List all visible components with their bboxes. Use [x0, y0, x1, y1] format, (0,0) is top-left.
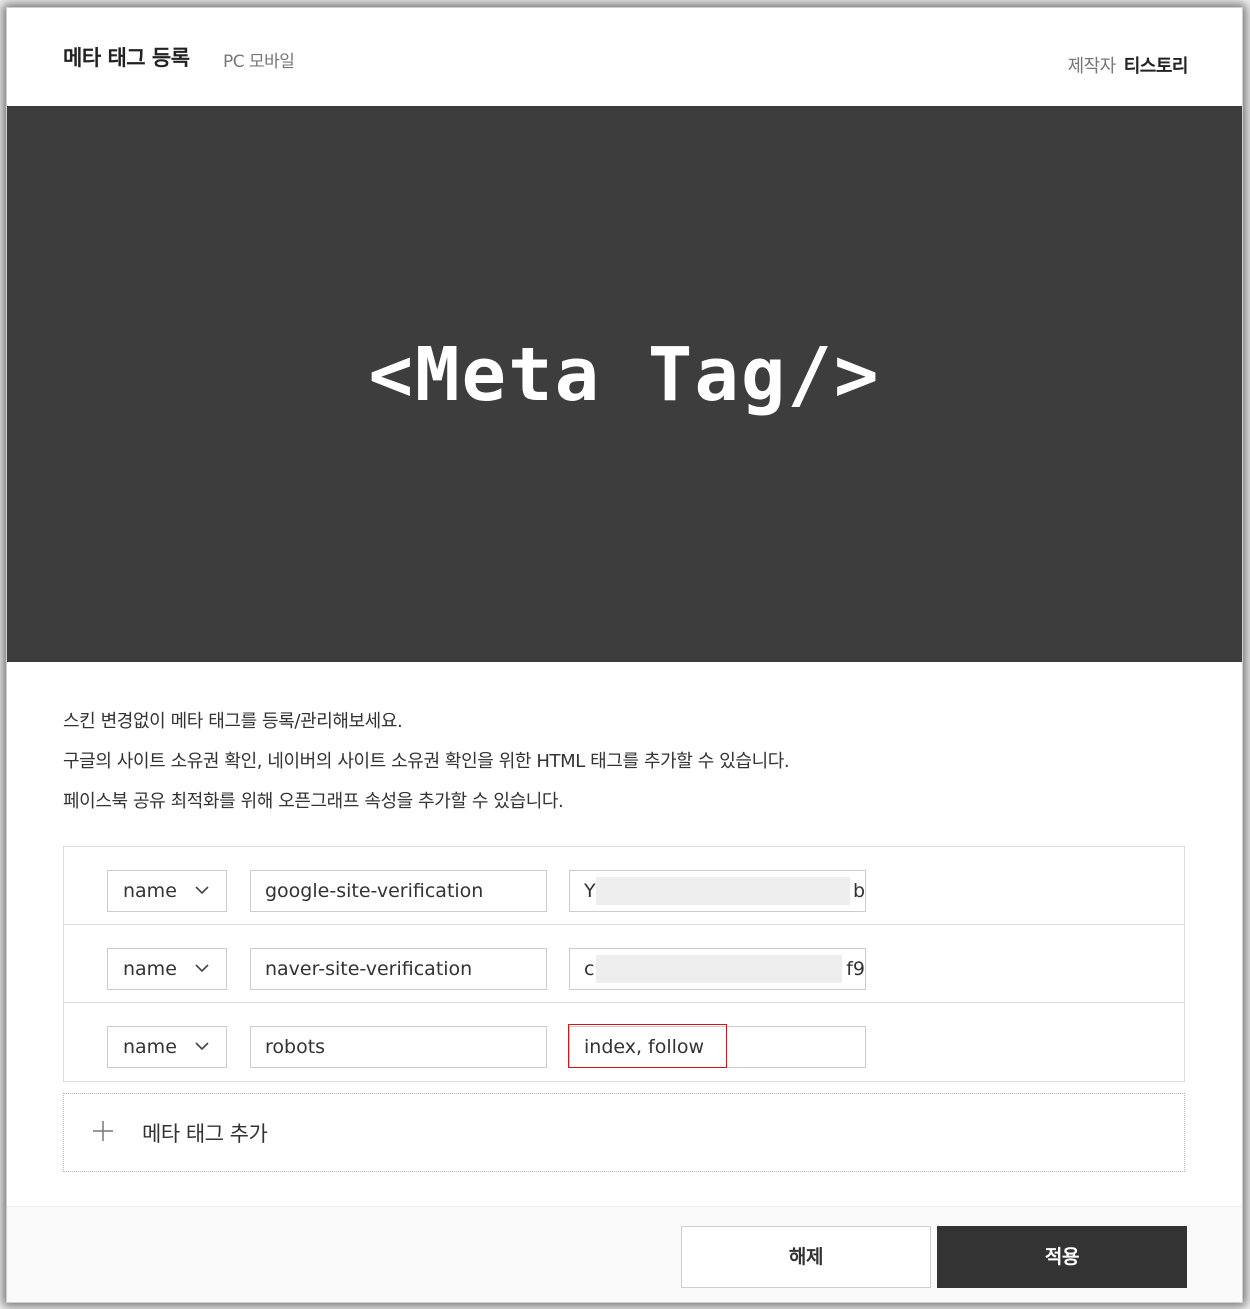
platform-subtitle: PC 모바일 — [223, 52, 295, 72]
chevron-down-icon — [195, 1042, 209, 1051]
redacted-area — [596, 877, 850, 905]
meta-tag-table: name google-site-verification Y b name n… — [63, 846, 1185, 1082]
meta-value-end: f9 — [846, 958, 865, 980]
plus-icon — [93, 1121, 113, 1141]
meta-key-value: naver-site-verification — [265, 958, 473, 980]
meta-key-input[interactable]: robots — [250, 1026, 547, 1068]
meta-tag-plugin-window: 메타 태그 등록 PC 모바일 제작자 티스토리 <Meta Tag/> 스킨 변… — [7, 8, 1242, 1302]
author-label: 제작자 — [1067, 56, 1117, 77]
meta-key-input[interactable]: google-site-verification — [250, 870, 547, 912]
apply-button[interactable]: 적용 — [937, 1226, 1187, 1288]
description-line-1: 스킨 변경없이 메타 태그를 등록/관리해보세요. — [63, 711, 403, 732]
meta-value-input[interactable]: index, follow — [568, 1024, 866, 1068]
redacted-area — [596, 955, 842, 983]
description-line-2: 구글의 사이트 소유권 확인, 네이버의 사이트 소유권 확인을 위한 HTML… — [63, 751, 790, 772]
banner-title: <Meta Tag/> — [368, 332, 881, 418]
add-meta-tag-button[interactable]: 메타 태그 추가 — [63, 1093, 1185, 1172]
attribute-type-select[interactable]: name — [107, 948, 227, 990]
attribute-type-value: name — [123, 958, 177, 980]
footer: 해제 적용 — [7, 1206, 1242, 1302]
chevron-down-icon — [195, 964, 209, 973]
author-info: 제작자 티스토리 — [1067, 52, 1189, 78]
description-line-3: 페이스북 공유 최적화를 위해 오픈그래프 속성을 추가할 수 있습니다. — [63, 791, 564, 812]
banner: <Meta Tag/> — [7, 106, 1242, 662]
meta-key-value: robots — [265, 1036, 326, 1058]
attribute-type-value: name — [123, 1036, 177, 1058]
meta-value-end: b — [852, 880, 865, 902]
meta-value-input[interactable]: Y b — [569, 870, 866, 912]
cancel-button[interactable]: 해제 — [681, 1226, 931, 1288]
page-title: 메타 태그 등록 — [63, 46, 190, 70]
meta-row: name robots index, follow — [64, 1003, 1184, 1081]
chevron-down-icon — [195, 886, 209, 895]
meta-value-start: Y — [584, 880, 596, 902]
highlight-box — [568, 1024, 727, 1068]
meta-value-start: c — [584, 958, 595, 980]
meta-row: name naver-site-verification c f9 — [64, 925, 1184, 1003]
meta-key-value: google-site-verification — [265, 880, 484, 902]
meta-value-input[interactable]: c f9 — [569, 948, 866, 990]
description: 스킨 변경없이 메타 태그를 등록/관리해보세요. 구글의 사이트 소유권 확인… — [63, 702, 790, 822]
attribute-type-select[interactable]: name — [107, 1026, 227, 1068]
author-name: 티스토리 — [1123, 56, 1189, 77]
meta-row: name google-site-verification Y b — [64, 847, 1184, 925]
meta-key-input[interactable]: naver-site-verification — [250, 948, 547, 990]
attribute-type-value: name — [123, 880, 177, 902]
add-meta-tag-label: 메타 태그 추가 — [142, 1122, 268, 1146]
header: 메타 태그 등록 PC 모바일 제작자 티스토리 — [7, 8, 1242, 106]
attribute-type-select[interactable]: name — [107, 870, 227, 912]
